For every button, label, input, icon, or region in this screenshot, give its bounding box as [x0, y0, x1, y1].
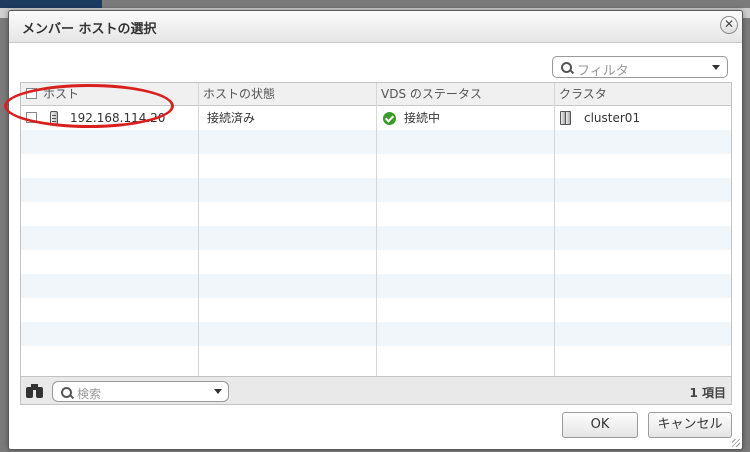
- table-footer: 検索 1 項目: [20, 376, 732, 405]
- connected-status-icon: [383, 112, 396, 125]
- column-divider: [198, 83, 199, 378]
- cluster-icon: [560, 111, 574, 125]
- select-member-hosts-dialog: メンバー ホストの選択 ✕ フィルタ ホスト ホストの状態 VDS のステータス…: [8, 10, 743, 450]
- vds-status: 接続中: [404, 111, 441, 125]
- chevron-down-icon: [712, 65, 720, 70]
- binoculars-icon[interactable]: [26, 384, 43, 398]
- hosts-table: ホスト ホストの状態 VDS のステータス クラスタ 192.168.114.2…: [20, 82, 732, 405]
- cluster-name: cluster01: [584, 111, 641, 125]
- cancel-button[interactable]: キャンセル: [648, 412, 732, 438]
- search-icon: [61, 387, 72, 398]
- column-header-host-state[interactable]: ホストの状態: [199, 83, 377, 105]
- row-checkbox[interactable]: [26, 112, 37, 123]
- background-tab: [0, 0, 102, 8]
- host-icon: [50, 111, 58, 125]
- column-header-cluster[interactable]: クラスタ: [555, 83, 731, 105]
- ok-button[interactable]: OK: [562, 412, 638, 438]
- host-name: 192.168.114.20: [70, 111, 166, 125]
- search-icon: [561, 62, 572, 73]
- filter-dropdown[interactable]: フィルタ: [552, 56, 728, 79]
- dialog-title: メンバー ホストの選択: [22, 22, 157, 37]
- item-count: 1 項目: [689, 386, 726, 400]
- filter-placeholder: フィルタ: [577, 64, 629, 79]
- column-divider: [554, 83, 555, 378]
- chevron-down-icon: [214, 389, 222, 394]
- column-header-host[interactable]: ホスト: [39, 83, 199, 105]
- column-divider: [376, 83, 377, 378]
- dialog-titlebar: メンバー ホストの選択 ✕: [9, 11, 742, 43]
- search-input[interactable]: 検索: [52, 381, 229, 402]
- search-placeholder: 検索: [77, 387, 102, 401]
- select-all-checkbox[interactable]: [26, 88, 37, 99]
- column-header-vds-status[interactable]: VDS のステータス: [377, 83, 555, 105]
- host-state: 接続済み: [207, 111, 256, 125]
- resize-grip-icon[interactable]: [732, 439, 740, 447]
- close-icon[interactable]: ✕: [720, 16, 738, 34]
